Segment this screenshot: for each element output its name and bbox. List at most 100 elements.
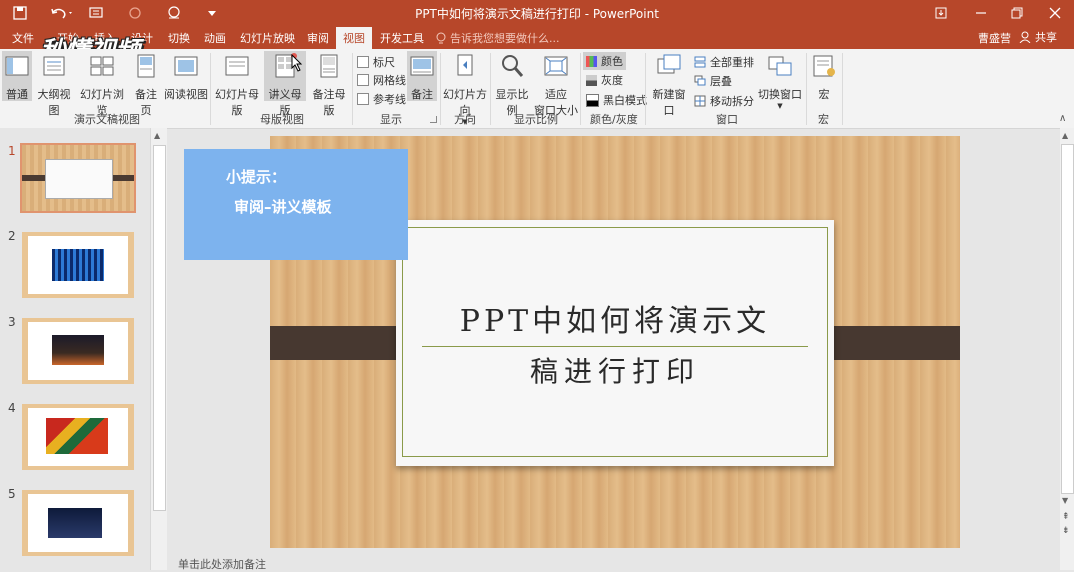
switch-window-button[interactable]: 切换窗口 ▼ [756,51,804,110]
arrange-all-button[interactable]: 全部重排 [694,54,754,70]
reading-view-label: 阅读视图 [164,88,208,101]
title-underline [422,346,808,347]
color-button[interactable]: 颜色 [583,52,626,70]
divider [210,53,211,125]
ruler-label: 标尺 [373,56,395,69]
share-button[interactable]: 共享 [1019,29,1057,45]
scroll-thumb[interactable] [153,145,166,511]
slide-thumbnail-4[interactable] [22,404,134,470]
checkbox-box [357,56,369,68]
notes-icon [410,56,434,76]
previous-slide-icon[interactable]: ⇞ [1062,512,1070,522]
next-slide-icon[interactable]: ⇟ [1062,526,1070,536]
restore-icon[interactable] [1002,3,1032,23]
divider [842,53,843,125]
ribbon-display-options-icon[interactable] [926,3,956,23]
close-icon[interactable] [1040,3,1070,23]
checkbox-box [357,93,369,105]
notes-master-icon [320,54,338,78]
tab-slideshow[interactable]: 幻灯片放映 [240,30,295,46]
notes-master-button[interactable]: 备注母版 [308,51,350,117]
normal-view-icon [5,56,29,76]
guides-checkbox[interactable]: 参考线 [357,91,406,107]
notes-label: 备注 [411,88,433,101]
notes-placeholder[interactable]: 单击此处添加备注 [166,556,1058,571]
tab-file[interactable]: 文件 [12,30,34,46]
grayscale-label: 灰度 [601,74,623,87]
fit-to-window-button[interactable]: 适应 窗口大小 [534,51,578,117]
black-white-button[interactable]: 黑白模式 [586,92,647,108]
slide-sorter-button[interactable]: 幻灯片浏览 [76,51,128,117]
move-split-button[interactable]: 移动拆分 [694,93,754,109]
title-card: PPT中如何将演示文 稿进行打印 [396,220,834,466]
divider [440,53,441,125]
slide-scrollbar[interactable]: ▲ ▼ ⇞ ⇟ [1060,128,1074,570]
group-label-zoom: 显示比例 [514,113,558,126]
tab-review[interactable]: 审阅 [307,30,329,46]
lightbulb-icon [436,32,446,43]
divider [352,53,353,125]
person-icon [1019,31,1031,43]
notes-master-label: 备注母版 [312,88,346,117]
color-label: 颜色 [601,55,623,68]
chevron-down-icon: ▼ [777,102,783,110]
mouse-cursor-icon [291,54,303,72]
tab-animations[interactable]: 动画 [204,30,226,46]
tab-view[interactable]: 视图 [336,27,372,51]
thumb-image [52,249,104,281]
tab-transitions[interactable]: 切换 [168,30,190,46]
slide-number: 4 [8,401,16,415]
gridlines-checkbox[interactable]: 网格线 [357,72,406,88]
reading-view-button[interactable]: 阅读视图 [164,51,208,101]
thumb-image [52,335,104,365]
slide-number: 1 [8,144,16,158]
slide-master-icon [225,56,249,76]
cascade-button[interactable]: 层叠 [694,73,732,89]
scroll-up-icon[interactable]: ▲ [154,131,160,140]
divider [806,53,807,125]
divider [645,53,646,125]
normal-view-label: 普通 [6,88,28,101]
slide-master-button[interactable]: 幻灯片母版 [212,51,262,117]
slide-thumbnail-3[interactable] [22,318,134,384]
notes-button[interactable]: 备注 [407,51,437,101]
dialog-launcher-icon[interactable] [430,116,437,123]
new-window-button[interactable]: 新建窗口 [648,51,690,117]
slide-thumbnail-2[interactable] [22,232,134,298]
group-label-views: 演示文稿视图 [74,113,140,126]
slide-orientation-button[interactable]: 幻灯片方向 ▼ [442,51,488,126]
group-label-color: 颜色/灰度 [590,113,638,126]
tell-me-box[interactable]: 告诉我您想要做什么... [436,30,560,46]
divider [580,53,581,125]
tip-overlay: 小提示： 审阅–讲义模板 [184,149,408,260]
reading-view-icon [174,56,198,76]
user-name[interactable]: 曹盛营 [978,30,1011,46]
tab-developer[interactable]: 开发工具 [380,30,424,46]
slide-master-label: 幻灯片母版 [215,88,259,117]
zoom-button[interactable]: 显示比例 [492,51,532,117]
macros-button[interactable]: 宏 [808,51,840,101]
ruler-checkbox[interactable]: 标尺 [357,54,395,70]
slide-sorter-icon [90,56,114,76]
scroll-thumb[interactable] [1061,144,1074,494]
group-label-masters: 母版视图 [260,113,304,126]
checkbox-box [357,74,369,86]
collapse-ribbon-icon[interactable]: ∧ [1059,113,1066,124]
color-swatch-icon [586,55,597,67]
title-line-2: 稿进行打印 [529,355,700,388]
slide-thumbnail-5[interactable] [22,490,134,556]
grayscale-button[interactable]: 灰度 [586,72,623,88]
thumbnail-scrollbar[interactable]: ▲ [150,128,167,570]
minimize-icon[interactable] [966,3,996,23]
thumb-image [48,508,102,538]
scroll-up-icon[interactable]: ▲ [1062,131,1068,140]
grayscale-icon [586,74,597,86]
scroll-down-icon[interactable]: ▼ [1062,496,1068,505]
outline-view-button[interactable]: 大纲视图 [34,51,74,117]
divider [490,53,491,125]
guides-label: 参考线 [373,93,406,106]
slide-thumbnail-1[interactable] [20,143,136,213]
new-window-label: 新建窗口 [652,88,686,117]
notes-page-button[interactable]: 备注页 [130,51,162,117]
normal-view-button[interactable]: 普通 [2,51,32,101]
